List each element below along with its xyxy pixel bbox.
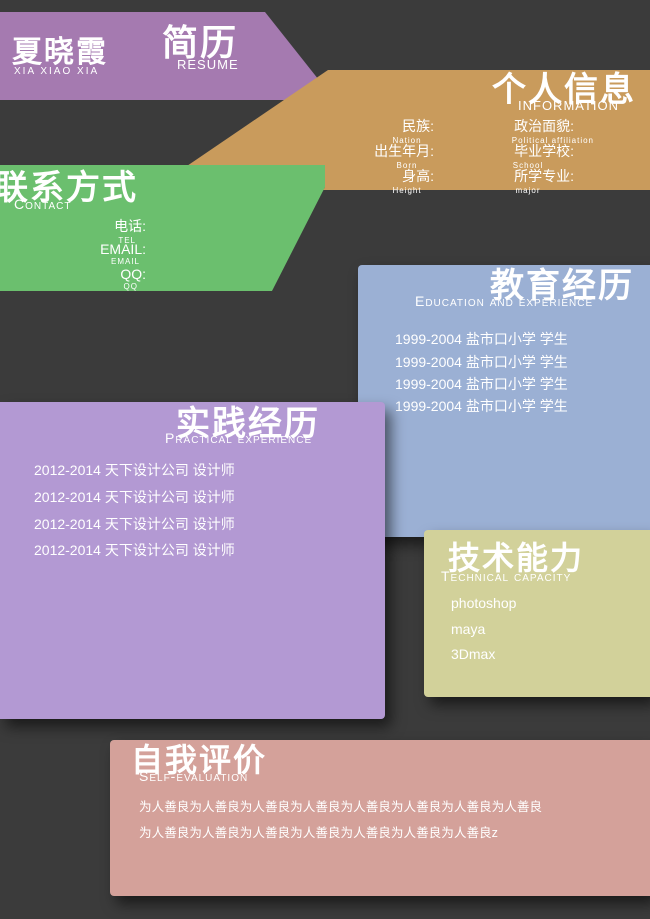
contact-title-en: Contact <box>14 196 72 212</box>
info-field-sub: major <box>515 186 541 195</box>
education-row: 1999-2004 盐市口小学 学生 <box>395 331 568 347</box>
skills-title-en: Technical capacity <box>441 568 572 584</box>
name-heading: 夏晓霞 <box>12 35 108 70</box>
info-field-label: 所学专业: <box>514 168 574 184</box>
education-row: 1999-2004 盐市口小学 学生 <box>395 354 568 370</box>
info-field-label: 身高: <box>402 168 434 184</box>
contact-field-label: QQ: <box>120 266 146 282</box>
education-title-en: Education and experience <box>415 293 594 309</box>
education-row: 1999-2004 盐市口小学 学生 <box>395 398 568 414</box>
self-text-line: 为人善良为人善良为人善良为人善良为人善良为人善良为人善良z <box>139 826 498 840</box>
name-pinyin: XIA XIAO XIA <box>14 66 100 77</box>
self-text-line: 为人善良为人善良为人善良为人善良为人善良为人善良为人善良为人善良 <box>139 800 542 814</box>
skill-item: photoshop <box>451 595 517 611</box>
skill-item: 3Dmax <box>451 646 496 662</box>
self-title-en: Self-evaluation <box>139 768 249 784</box>
info-title-en: INFORMATION <box>518 98 620 113</box>
contact-field-label: EMAIL: <box>100 241 146 257</box>
skill-item: maya <box>451 621 486 637</box>
info-field-major: 所学专业: major <box>482 166 574 195</box>
practice-row: 2012-2014 天下设计公司 设计师 <box>34 462 235 478</box>
info-field-sub: Height <box>392 186 422 195</box>
practice-row: 2012-2014 天下设计公司 设计师 <box>34 542 235 558</box>
info-field-label: 毕业学校: <box>514 143 574 159</box>
practice-panel <box>0 402 385 719</box>
info-field-label: 民族: <box>402 118 434 134</box>
info-field-height: 身高: Height <box>360 166 434 195</box>
contact-field-sub: EMAIL <box>110 257 140 266</box>
contact-field-email: EMAIL: EMAIL <box>86 241 146 266</box>
info-field-label: 政治面貌: <box>514 118 574 134</box>
practice-row: 2012-2014 天下设计公司 设计师 <box>34 489 235 505</box>
practice-row: 2012-2014 天下设计公司 设计师 <box>34 516 235 532</box>
contact-field-label: 电话: <box>114 218 146 234</box>
contact-field-qq: QQ: QQ <box>86 266 146 291</box>
contact-field-sub: QQ <box>123 282 138 291</box>
resume-title-en: RESUME <box>177 57 239 72</box>
info-field-label: 出生年月: <box>374 143 434 159</box>
practice-title-en: Practical experience <box>165 430 313 446</box>
education-row: 1999-2004 盐市口小学 学生 <box>395 376 568 392</box>
